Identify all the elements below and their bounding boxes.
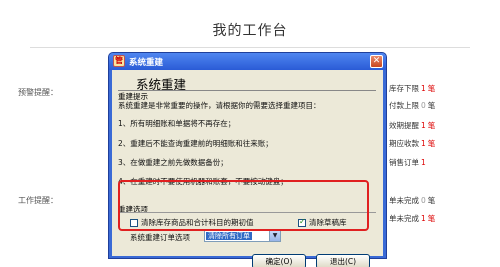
title-divider	[30, 47, 470, 48]
options-highlight-box	[118, 180, 369, 231]
reminder-item[interactable]: 单未完成 0 笔	[389, 195, 435, 206]
reminder-item[interactable]: 效期提醒 1 笔	[389, 120, 435, 131]
dialog-titlebar[interactable]: 管 系统重建 ✕	[109, 53, 386, 70]
close-icon[interactable]: ✕	[370, 55, 383, 68]
order-option-value[interactable]: 清除所有订单	[206, 232, 252, 240]
reminder-count[interactable]: 1	[421, 84, 426, 93]
tip-line: 1、所有明细账和单据将不再存在；	[118, 119, 236, 128]
reminder-count[interactable]: 0	[421, 101, 426, 110]
app-icon: 管	[113, 55, 125, 67]
heading-divider	[118, 90, 376, 91]
reminder-count[interactable]: 1	[421, 214, 426, 223]
dialog-title: 系统重建	[129, 58, 164, 68]
tip-line: 2、重建后不能查询重建前的明细账和往来账；	[118, 139, 273, 148]
reminder-item[interactable]: 期应收款 1 笔	[389, 138, 435, 149]
reminder-count[interactable]: 1	[421, 121, 426, 130]
reminder-count[interactable]: 0	[421, 196, 426, 205]
warning-label: 预警提醒：	[18, 88, 58, 97]
order-option-label: 系统重建订单选项	[130, 233, 190, 242]
chevron-down-icon[interactable]: ▼	[269, 231, 280, 241]
reminder-item[interactable]: 付款上限 0 笔	[389, 100, 435, 111]
ok-button[interactable]: 确定(O)	[252, 254, 306, 267]
tip-line: 3、在做重建之前先做数据备份；	[118, 158, 228, 167]
reminder-count[interactable]: 1	[421, 158, 426, 167]
tip-line: 系统重建是非常重要的操作，请根据你的需要选择重建项目：	[118, 101, 321, 110]
reminder-item[interactable]: 单未完成 1 笔	[389, 213, 435, 224]
order-option-select[interactable]: 清除所有订单 ▼	[204, 230, 281, 242]
exit-button[interactable]: 退出(C)	[316, 254, 370, 267]
reminder-item[interactable]: 销售订单 1	[389, 157, 428, 168]
work-label: 工作提醒：	[18, 196, 58, 205]
reminder-count[interactable]: 1	[421, 139, 426, 148]
reminder-item[interactable]: 库存下限 1 笔	[389, 83, 435, 94]
page-title: 我的工作台	[212, 23, 288, 39]
